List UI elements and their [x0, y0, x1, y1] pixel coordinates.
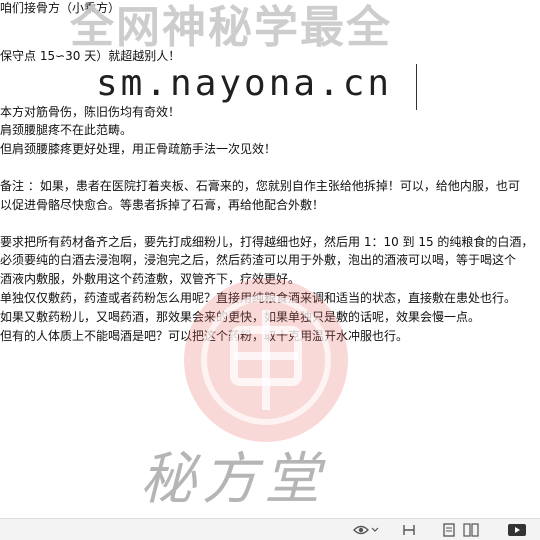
document-line: 备注 ：如果，患者在医院打着夹板、石膏来的，您就别自作主张给他拆掉！可以，给他内…: [0, 179, 520, 193]
chevron-down-icon[interactable]: [370, 522, 380, 538]
document-line: 肩颈腰腿疼不在此范畴。: [0, 123, 133, 137]
document-line: 必须要纯的白酒去浸泡啊，浸泡完之后，然后药渣可以用于外敷，泡出的酒液可以喝，等于…: [0, 253, 517, 267]
eye-icon[interactable]: [352, 522, 370, 538]
site-name-watermark: 全网神秘学最全: [70, 2, 392, 53]
document-line: 本方对筋骨伤，陈旧伤均有奇效！: [0, 105, 181, 119]
brand-watermark: 秘方堂: [140, 447, 326, 512]
seal-watermark: [184, 278, 348, 442]
text-cursor: [416, 64, 417, 110]
book-view-icon[interactable]: [462, 522, 480, 538]
page-view-icon[interactable]: [440, 522, 458, 538]
status-bar: [0, 518, 540, 540]
column-layout-icon[interactable]: [400, 522, 418, 538]
document-page[interactable]: 咱们接骨方（小乘方） 保守点 15∽30 天）就超越别人！ 本方对筋骨伤，陈旧伤均有…: [0, 0, 540, 518]
document-line: 但肩颈腰膝疼更好处理，用正骨疏筋手法一次见效！: [0, 142, 277, 156]
site-url-watermark: sm.nayona.cn: [96, 63, 393, 104]
document-line: 要求把所有药材备齐之后，要先打成细粉儿，打得越细也好，然后用 1：10 到 15…: [0, 235, 534, 249]
document-line: 以促进骨骼尽快愈合。等患者拆掉了石膏，再给他配合外敷！: [0, 198, 325, 212]
play-icon[interactable]: [506, 522, 528, 538]
